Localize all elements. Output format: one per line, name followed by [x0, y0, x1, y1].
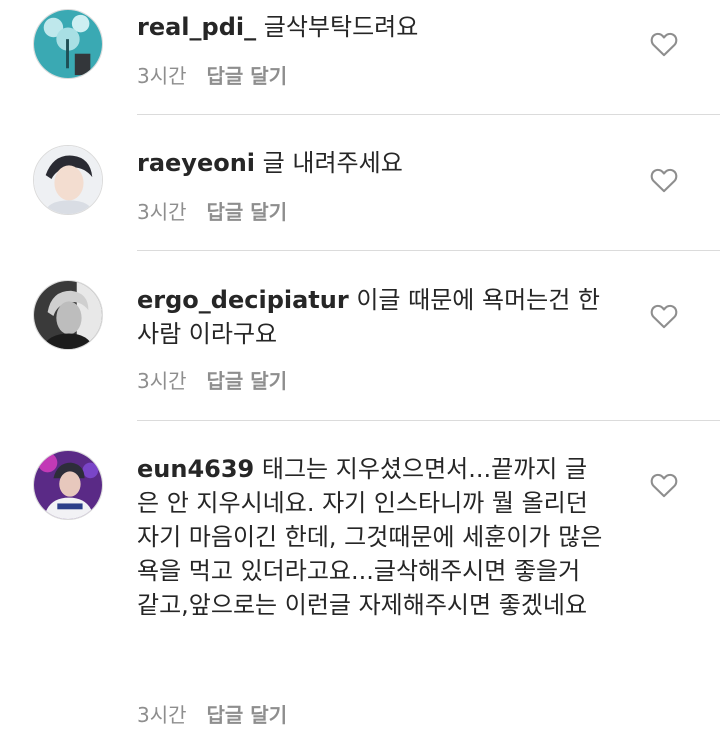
heart-outline-icon[interactable] — [650, 31, 678, 57]
reply-button[interactable]: 답글 달기 — [207, 200, 288, 224]
heart-outline-icon[interactable] — [650, 472, 678, 498]
comment-username[interactable]: eun4639 — [137, 455, 254, 483]
reply-button[interactable]: 답글 달기 — [207, 369, 288, 393]
heart-outline-icon[interactable] — [650, 303, 678, 329]
avatar[interactable] — [33, 9, 103, 79]
reply-button[interactable]: 답글 달기 — [207, 64, 288, 88]
comment-text: eun4639 태그는 지우셨으면서...끝까지 글은 안 지우시네요. 자기 … — [137, 452, 607, 622]
comment-meta: 3시간 답글 달기 — [137, 365, 287, 394]
avatar[interactable] — [33, 280, 103, 350]
comment-text: ergo_decipiatur 이글 때문에 욕머는건 한사람 이라구요 — [137, 283, 607, 351]
comment-username[interactable]: real_pdi_ — [137, 13, 256, 41]
comment-text: raeyeoni 글 내려주세요 — [137, 146, 607, 180]
comment-username[interactable]: raeyeoni — [137, 149, 255, 177]
comment-time: 3시간 — [137, 200, 187, 224]
comment-time: 3시간 — [137, 703, 187, 727]
comment-meta: 3시간 답글 달기 — [137, 196, 287, 225]
avatar[interactable] — [33, 145, 103, 215]
avatar-image — [34, 10, 102, 78]
comment-message: 글삭부탁드려요 — [263, 13, 419, 41]
comment-time: 3시간 — [137, 64, 187, 88]
divider — [137, 420, 720, 421]
avatar-image — [34, 146, 102, 214]
comment-time: 3시간 — [137, 369, 187, 393]
heart-outline-icon[interactable] — [650, 167, 678, 193]
comment-text: real_pdi_ 글삭부탁드려요 — [137, 10, 607, 44]
comment-meta: 3시간 답글 달기 — [137, 699, 287, 728]
divider — [137, 114, 720, 115]
avatar-image — [34, 451, 102, 519]
comment-message: 글 내려주세요 — [262, 149, 403, 177]
divider — [137, 250, 720, 251]
reply-button[interactable]: 답글 달기 — [207, 703, 288, 727]
avatar-image — [34, 281, 102, 349]
comment-meta: 3시간 답글 달기 — [137, 60, 287, 89]
avatar[interactable] — [33, 450, 103, 520]
comment-username[interactable]: ergo_decipiatur — [137, 286, 349, 314]
